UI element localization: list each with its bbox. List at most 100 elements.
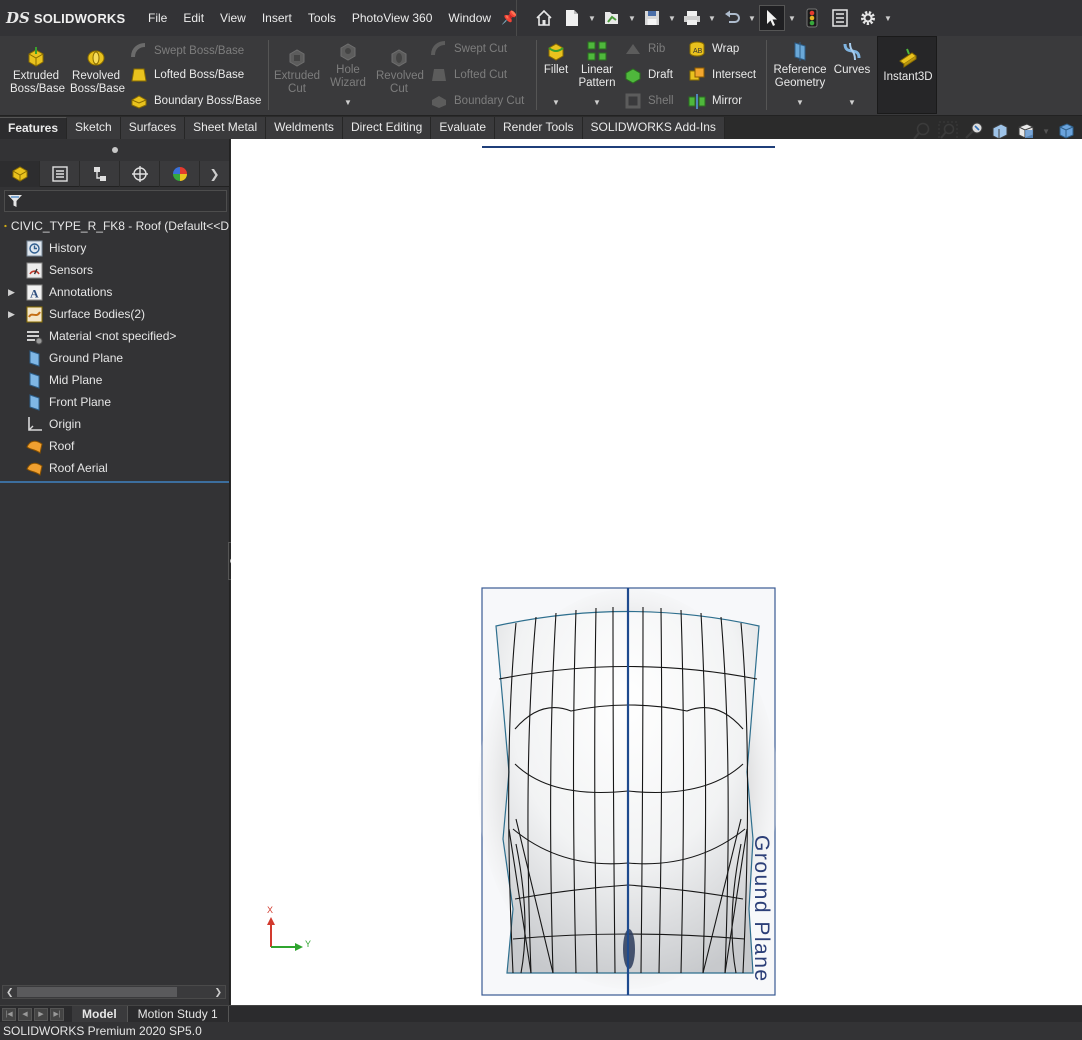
file-properties-icon[interactable] xyxy=(827,5,853,31)
select-dropdown-icon[interactable]: ▼ xyxy=(787,14,797,23)
instant3d-button[interactable]: Instant3D xyxy=(877,36,937,114)
reference-geometry-button[interactable]: Reference Geometry xyxy=(772,40,828,90)
tab-model[interactable]: Model xyxy=(72,1006,128,1022)
rib-button[interactable]: Rib xyxy=(624,40,665,58)
menu-edit[interactable]: Edit xyxy=(175,0,212,36)
wrap-button[interactable]: AB Wrap xyxy=(688,40,739,58)
manager-tabs-more-icon[interactable]: ❯ xyxy=(200,161,229,186)
tree-item-annotations[interactable]: ▶ A Annotations xyxy=(0,281,229,303)
menu-view[interactable]: View xyxy=(212,0,254,36)
prev-tab-nav-icon[interactable]: ◀ xyxy=(18,1007,32,1021)
last-tab-nav-icon[interactable]: ▶| xyxy=(50,1007,64,1021)
home-icon[interactable] xyxy=(531,5,557,31)
save-icon[interactable] xyxy=(639,5,665,31)
menu-photoview[interactable]: PhotoView 360 xyxy=(344,0,441,36)
tab-surfaces[interactable]: Surfaces xyxy=(120,117,186,139)
draft-button[interactable]: Draft xyxy=(624,66,673,84)
scroll-left-icon[interactable]: ❮ xyxy=(6,987,14,998)
tree-item-front-plane[interactable]: Front Plane xyxy=(0,391,229,413)
tree-item-ground-plane[interactable]: Ground Plane xyxy=(0,347,229,369)
curves-button[interactable]: Curves xyxy=(832,40,872,77)
boundary-cut-button[interactable]: Boundary Cut xyxy=(430,92,524,110)
rebuild-traffic-light-icon[interactable] xyxy=(799,5,825,31)
tab-solidworks-addins[interactable]: SOLIDWORKS Add-Ins xyxy=(582,117,725,139)
fillet-dropdown-icon[interactable]: ▼ xyxy=(552,98,560,107)
boundary-boss-button[interactable]: Boundary Boss/Base xyxy=(130,92,261,110)
expand-arrow-icon[interactable]: ▶ xyxy=(8,287,15,298)
model-view[interactable]: Ground Plane X Y xyxy=(231,139,1082,1005)
linear-pattern-dropdown-icon[interactable]: ▼ xyxy=(593,98,601,107)
select-cursor-icon[interactable] xyxy=(759,5,785,31)
solidworks-logo[interactable]: DS SOLIDWORKS xyxy=(0,9,140,27)
zoom-to-fit-icon[interactable] xyxy=(912,121,932,141)
tree-item-sensors[interactable]: Sensors xyxy=(0,259,229,281)
graphics-area[interactable]: Ground Plane X Y xyxy=(231,139,1082,1005)
menu-insert[interactable]: Insert xyxy=(254,0,300,36)
lofted-boss-button[interactable]: Lofted Boss/Base xyxy=(130,66,244,84)
menu-file[interactable]: File xyxy=(140,0,175,36)
undo-dropdown-icon[interactable]: ▼ xyxy=(747,14,757,23)
featuremanager-tab[interactable] xyxy=(0,161,40,187)
rollback-bar[interactable] xyxy=(0,481,229,483)
zoom-to-area-icon[interactable] xyxy=(938,121,958,141)
print-dropdown-icon[interactable]: ▼ xyxy=(707,14,717,23)
curves-dropdown-icon[interactable]: ▼ xyxy=(848,98,856,107)
print-icon[interactable] xyxy=(679,5,705,31)
tab-features[interactable]: Features xyxy=(0,117,68,139)
tree-item-roof[interactable]: Roof xyxy=(0,435,229,457)
first-tab-nav-icon[interactable]: |◀ xyxy=(2,1007,16,1021)
open-document-icon[interactable] xyxy=(599,5,625,31)
swept-boss-button[interactable]: Swept Boss/Base xyxy=(130,42,244,60)
panel-collapse-handle[interactable] xyxy=(0,139,229,161)
options-dropdown-icon[interactable]: ▼ xyxy=(883,14,893,23)
dimxpertmanager-tab[interactable] xyxy=(120,161,160,187)
tree-item-history[interactable]: History xyxy=(0,237,229,259)
tree-root-part[interactable]: CIVIC_TYPE_R_FK8 - Roof (Default<<D xyxy=(0,215,229,237)
hole-wizard-dropdown-icon[interactable]: ▼ xyxy=(344,98,352,107)
feature-tree-filter[interactable] xyxy=(4,190,227,212)
revolved-cut-button[interactable]: Revolved Cut xyxy=(374,46,424,96)
scroll-right-icon[interactable]: ❯ xyxy=(214,987,222,998)
ground-plane-label[interactable]: Ground Plane xyxy=(750,835,773,983)
hole-wizard-button[interactable]: Hole Wizard xyxy=(324,40,372,90)
displaymanager-tab[interactable] xyxy=(160,161,200,187)
extruded-cut-button[interactable]: Extruded Cut xyxy=(272,46,322,96)
options-gear-icon[interactable] xyxy=(855,5,881,31)
fillet-button[interactable]: Fillet xyxy=(538,40,574,77)
scrollbar-thumb[interactable] xyxy=(17,987,177,997)
tab-evaluate[interactable]: Evaluate xyxy=(431,117,496,139)
tree-item-mid-plane[interactable]: Mid Plane xyxy=(0,369,229,391)
undo-icon[interactable] xyxy=(719,5,745,31)
revolved-boss-button[interactable]: Revolved Boss/Base xyxy=(66,46,126,96)
extruded-boss-button[interactable]: Extruded Boss/Base xyxy=(6,46,66,96)
shell-button[interactable]: Shell xyxy=(624,92,674,110)
propertymanager-tab[interactable] xyxy=(40,161,80,187)
tree-horizontal-scrollbar[interactable]: ❮ ❯ xyxy=(2,985,226,999)
view-orientation-dropdown-icon[interactable]: ▼ xyxy=(1042,127,1050,136)
new-document-icon[interactable] xyxy=(559,5,585,31)
filter-funnel-icon[interactable] xyxy=(7,193,23,209)
intersect-button[interactable]: Intersect xyxy=(688,66,756,84)
previous-view-icon[interactable] xyxy=(964,121,984,141)
tree-item-material[interactable]: Material <not specified> xyxy=(0,325,229,347)
tree-item-origin[interactable]: Origin xyxy=(0,413,229,435)
new-dropdown-icon[interactable]: ▼ xyxy=(587,14,597,23)
tree-item-surface-bodies[interactable]: ▶ Surface Bodies(2) xyxy=(0,303,229,325)
display-style-icon[interactable] xyxy=(1056,121,1076,141)
configurationmanager-tab[interactable] xyxy=(80,161,120,187)
lofted-cut-button[interactable]: Lofted Cut xyxy=(430,66,507,84)
expand-arrow-icon[interactable]: ▶ xyxy=(8,309,15,320)
next-tab-nav-icon[interactable]: ▶ xyxy=(34,1007,48,1021)
view-orientation-icon[interactable] xyxy=(1016,121,1036,141)
menu-window[interactable]: Window xyxy=(440,0,499,36)
reference-geometry-dropdown-icon[interactable]: ▼ xyxy=(796,98,804,107)
section-view-icon[interactable] xyxy=(990,121,1010,141)
tab-weldments[interactable]: Weldments xyxy=(266,117,343,139)
swept-cut-button[interactable]: Swept Cut xyxy=(430,40,507,58)
tab-sketch[interactable]: Sketch xyxy=(67,117,121,139)
tab-sheet-metal[interactable]: Sheet Metal xyxy=(185,117,267,139)
save-dropdown-icon[interactable]: ▼ xyxy=(667,14,677,23)
tree-item-roof-aerial[interactable]: Roof Aerial xyxy=(0,457,229,479)
linear-pattern-button[interactable]: Linear Pattern xyxy=(576,40,618,90)
mirror-button[interactable]: Mirror xyxy=(688,92,742,110)
